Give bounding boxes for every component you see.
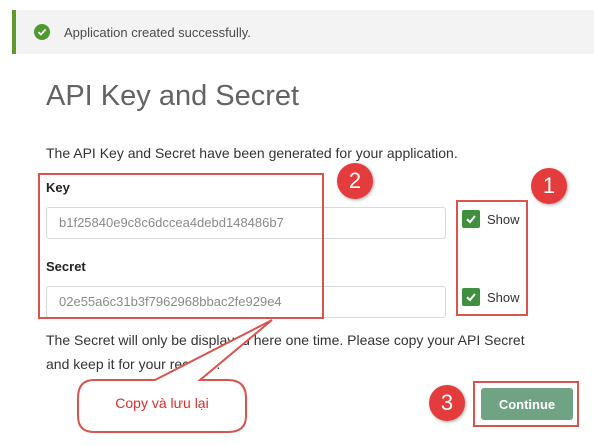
callout-text: Copy và lưu lại bbox=[115, 395, 209, 411]
callout-bubble bbox=[77, 319, 273, 433]
